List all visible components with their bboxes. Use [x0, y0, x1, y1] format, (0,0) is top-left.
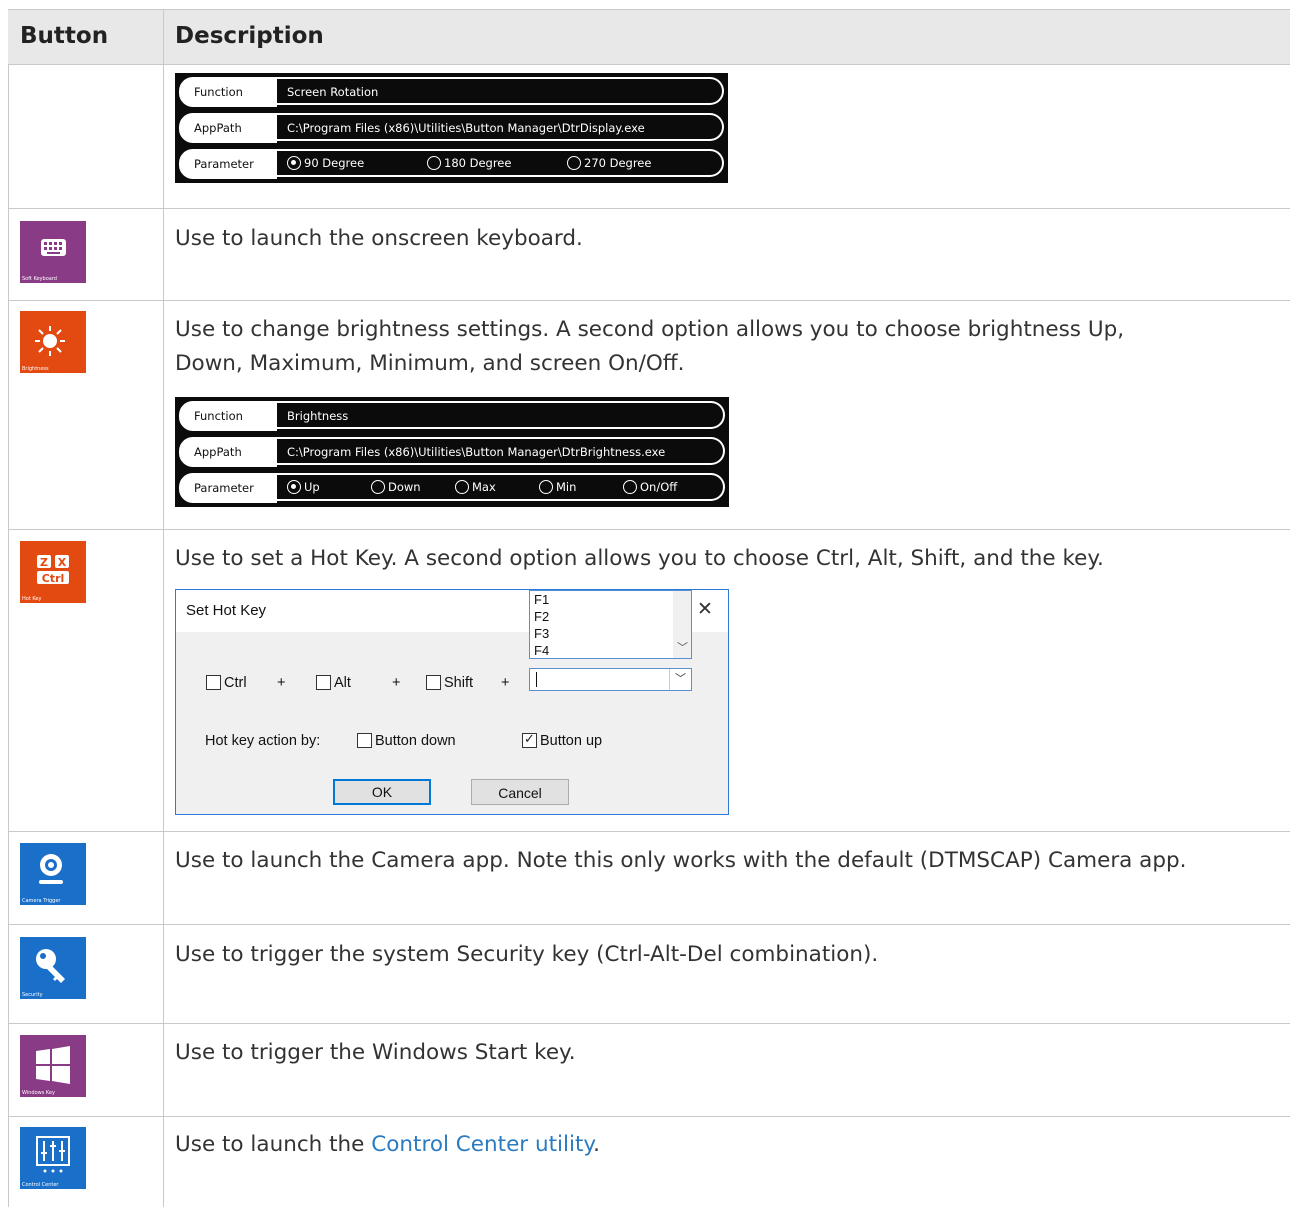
radio-180-degree[interactable]: 180 Degree — [427, 156, 511, 170]
key-icon — [36, 949, 65, 983]
windows-key-tile: Windows Key — [20, 1035, 86, 1097]
parameter-label: Parameter — [194, 157, 254, 171]
shift-checkbox[interactable]: Shift — [426, 675, 473, 691]
brightness-config-panel: Function Brightness AppPath C:\Program F… — [175, 397, 729, 507]
sliders-icon — [36, 1136, 70, 1173]
action-label: Hot key action by: — [205, 733, 321, 749]
plus-sign: + — [277, 675, 286, 691]
hot-key-icon: Z X Ctrl — [37, 555, 69, 585]
ok-button[interactable]: OK — [333, 779, 431, 805]
radio-down[interactable]: Down — [371, 480, 421, 494]
tile-caption: Soft Keyboard — [22, 276, 57, 282]
radio-270-degree[interactable]: 270 Degree — [567, 156, 651, 170]
tile-caption: Brightness — [22, 366, 49, 372]
ctrl-checkbox[interactable]: Ctrl — [206, 675, 247, 691]
soft-keyboard-description: Use to launch the onscreen keyboard. — [175, 226, 583, 251]
tile-caption: Windows Key — [22, 1090, 55, 1096]
list-item[interactable]: F4 — [530, 642, 691, 658]
dialog-title: Set Hot Key — [186, 602, 267, 619]
tile-caption: Camera Trigger — [22, 898, 61, 904]
sun-icon — [35, 326, 65, 356]
camera-trigger-tile: Camera Trigger — [20, 843, 86, 905]
radio-max[interactable]: Max — [455, 480, 496, 494]
function-label: Function — [194, 409, 243, 423]
button-down-checkbox[interactable]: Button down — [357, 733, 456, 749]
security-description: Use to trigger the system Security key (… — [175, 942, 879, 967]
hot-key-description: Use to set a Hot Key. A second option al… — [175, 546, 1104, 571]
radio-90-degree[interactable]: 90 Degree — [287, 156, 364, 170]
set-hot-key-dialog: Set Hot Key ✕ Ctrl + Alt + Shift + ﹀ F1 … — [175, 589, 729, 815]
hot-key-tile: Z X Ctrl Hot Key — [20, 541, 86, 603]
function-label: Function — [194, 85, 243, 99]
control-center-description: Use to launch the Control Center utility… — [175, 1132, 600, 1157]
brightness-description: Use to change brightness settings. A sec… — [175, 317, 1125, 376]
close-icon[interactable]: ✕ — [697, 598, 713, 621]
function-row: Function Brightness — [179, 401, 725, 431]
soft-keyboard-tile: Soft Keyboard — [20, 221, 86, 283]
key-z: Z — [40, 556, 48, 569]
apppath-value: C:\Program Files (x86)\Utilities\Button … — [287, 121, 645, 135]
key-combobox[interactable]: ﹀ — [529, 668, 692, 691]
function-row: Function Screen Rotation — [179, 77, 724, 107]
key-ctrl: Ctrl — [42, 572, 65, 585]
scrollbar[interactable]: ﹀ — [673, 591, 691, 658]
header-button: Button — [20, 23, 109, 49]
apppath-value: C:\Program Files (x86)\Utilities\Button … — [287, 445, 666, 459]
radio-up[interactable]: Up — [287, 480, 320, 494]
key-dropdown-list[interactable]: F1 F2 F3 F4 ﹀ — [529, 590, 692, 659]
key-x: X — [58, 556, 67, 569]
plus-sign: + — [501, 675, 510, 691]
table-header: Button Description — [8, 9, 1290, 65]
button-up-checkbox[interactable]: Button up — [522, 731, 602, 749]
parameter-row: Parameter Up Down Max Min On/Off — [179, 473, 725, 503]
brightness-tile: Brightness — [20, 311, 86, 373]
tile-caption: Hot Key — [22, 596, 42, 602]
windows-logo-icon — [36, 1046, 70, 1084]
tile-caption: Security — [22, 992, 43, 998]
rotation-config-panel: Function Screen Rotation AppPath C:\Prog… — [175, 73, 728, 183]
function-value: Screen Rotation — [287, 85, 379, 99]
parameter-row: Parameter 90 Degree 180 Degree 270 Degre… — [179, 149, 724, 179]
parameter-label: Parameter — [194, 481, 254, 495]
list-item[interactable]: F3 — [530, 625, 691, 642]
apppath-label: AppPath — [194, 445, 242, 459]
apppath-label: AppPath — [194, 121, 242, 135]
camera-description: Use to launch the Camera app. Note this … — [175, 848, 1187, 873]
header-description: Description — [175, 23, 324, 49]
apppath-row: AppPath C:\Program Files (x86)\Utilities… — [179, 113, 724, 143]
security-tile: Security — [20, 937, 86, 999]
keyboard-icon — [41, 239, 66, 256]
alt-checkbox[interactable]: Alt — [316, 675, 351, 691]
cancel-button[interactable]: Cancel — [471, 779, 569, 805]
text-caret — [536, 672, 537, 687]
chevron-down-icon[interactable]: ﹀ — [669, 669, 691, 690]
plus-sign: + — [392, 675, 401, 691]
radio-on-off[interactable]: On/Off — [623, 480, 677, 494]
radio-min[interactable]: Min — [539, 480, 576, 494]
scroll-down-icon[interactable]: ﹀ — [677, 639, 688, 655]
list-item[interactable]: F2 — [530, 608, 691, 625]
function-value: Brightness — [287, 409, 349, 423]
control-center-tile: Control Center — [20, 1127, 86, 1189]
control-center-link[interactable]: Control Center utility — [371, 1132, 593, 1157]
tile-caption: Control Center — [22, 1182, 59, 1188]
apppath-row: AppPath C:\Program Files (x86)\Utilities… — [179, 437, 725, 467]
list-item[interactable]: F1 — [530, 591, 691, 608]
windows-key-description: Use to trigger the Windows Start key. — [175, 1040, 576, 1065]
webcam-icon — [39, 854, 63, 884]
